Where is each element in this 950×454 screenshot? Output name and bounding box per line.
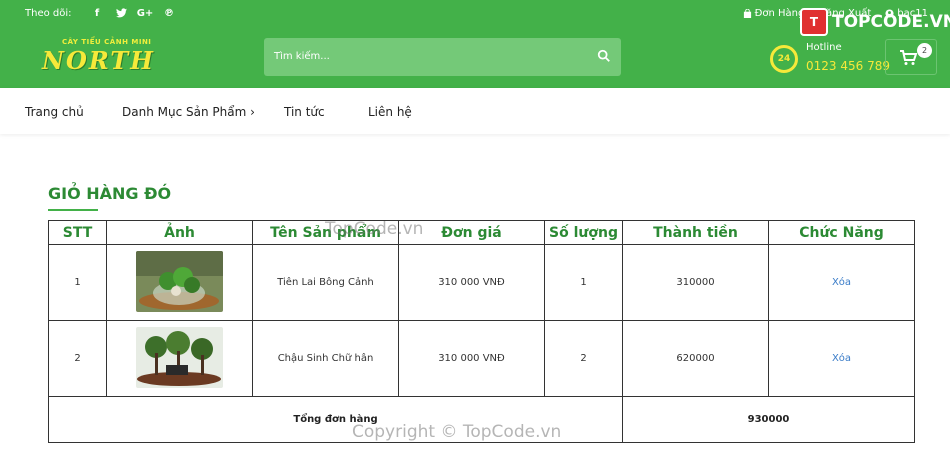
follow-label: Theo dõi: — [25, 8, 72, 19]
product-name[interactable]: Chậu Sinh Chữ hân — [252, 320, 399, 397]
product-image — [136, 250, 223, 312]
column-header: STT — [48, 220, 107, 245]
hotline-24-icon: 24 — [770, 45, 798, 73]
watermark-bottom: Copyright © TopCode.vn — [352, 422, 562, 442]
cart-icon — [900, 50, 917, 65]
line-total: 620000 — [622, 320, 769, 397]
search-input[interactable]: Tìm kiếm... — [274, 51, 330, 62]
column-header: Chức Năng — [768, 220, 915, 245]
site-logo[interactable]: CÂY TIỂU CẢNH MINI NORTH — [42, 38, 162, 78]
cart-table: STT Ảnh Tên Sản phẩm Đơn giá Số lượng Th… — [48, 220, 915, 443]
orders-link[interactable]: Đơn Hàng — [743, 8, 805, 19]
search-icon[interactable] — [597, 49, 611, 63]
delete-link[interactable]: Xóa — [832, 353, 851, 364]
main-nav: Trang chủ Danh Mục Sản Phẩm › Tin tức Li… — [0, 88, 950, 134]
logo-tagline: CÂY TIỂU CẢNH MINI — [62, 38, 152, 46]
unit-price: 310 000 VNĐ — [398, 244, 545, 321]
column-header: Số lượng — [544, 220, 623, 245]
nav-item-home[interactable]: Trang chủ — [25, 105, 84, 119]
cart-count-badge: 2 — [917, 43, 932, 58]
quantity: 1 — [544, 244, 623, 321]
twitter-icon[interactable] — [114, 6, 128, 20]
column-header: Thành tiền — [622, 220, 769, 245]
unit-price: 310 000 VNĐ — [398, 320, 545, 397]
column-header: Ảnh — [106, 220, 253, 245]
product-image — [136, 326, 223, 388]
total-value: 930000 — [622, 396, 915, 443]
topcode-watermark-logo: T TOPCODE.VN — [800, 8, 950, 36]
nav-item-contact[interactable]: Liên hệ — [368, 105, 412, 119]
row-stt: 2 — [48, 320, 107, 397]
table-row: 2 Chậu Sinh Chữ hân 310 000 VNĐ 2 620000… — [48, 320, 915, 397]
quantity: 2 — [544, 320, 623, 397]
table-row: 1 Tiên Lai Bông Cảnh 310 000 VNĐ 1 31000… — [48, 244, 915, 321]
hotline-label: Hotline — [806, 42, 842, 53]
product-name[interactable]: Tiên Lai Bông Cảnh — [252, 244, 399, 321]
facebook-icon[interactable]: f — [90, 6, 104, 20]
cart-button[interactable]: 2 — [885, 39, 937, 75]
pinterest-icon[interactable]: ℗ — [162, 6, 176, 20]
row-stt: 1 — [48, 244, 107, 321]
topcode-logo-text: TOPCODE.VN — [832, 12, 950, 32]
google-plus-icon[interactable]: G+ — [137, 6, 154, 20]
bag-icon — [743, 9, 751, 18]
table-header-row: STT Ảnh Tên Sản phẩm Đơn giá Số lượng Th… — [48, 220, 915, 245]
line-total: 310000 — [622, 244, 769, 321]
delete-link[interactable]: Xóa — [832, 277, 851, 288]
page-title: GIỎ HÀNG ĐÓ — [48, 184, 172, 203]
search-box[interactable]: Tìm kiếm... — [264, 38, 621, 76]
topcode-logo-icon: T — [800, 8, 828, 36]
nav-item-categories[interactable]: Danh Mục Sản Phẩm › — [122, 105, 255, 119]
nav-item-news[interactable]: Tin tức — [284, 105, 325, 119]
watermark-mid: TopCode.vn — [325, 219, 424, 239]
orders-label: Đơn Hàng — [754, 8, 805, 19]
logo-text: NORTH — [42, 46, 155, 75]
hotline-number[interactable]: 0123 456 789 — [806, 59, 890, 73]
social-links: f G+ ℗ — [90, 6, 176, 20]
title-underline — [48, 209, 98, 211]
